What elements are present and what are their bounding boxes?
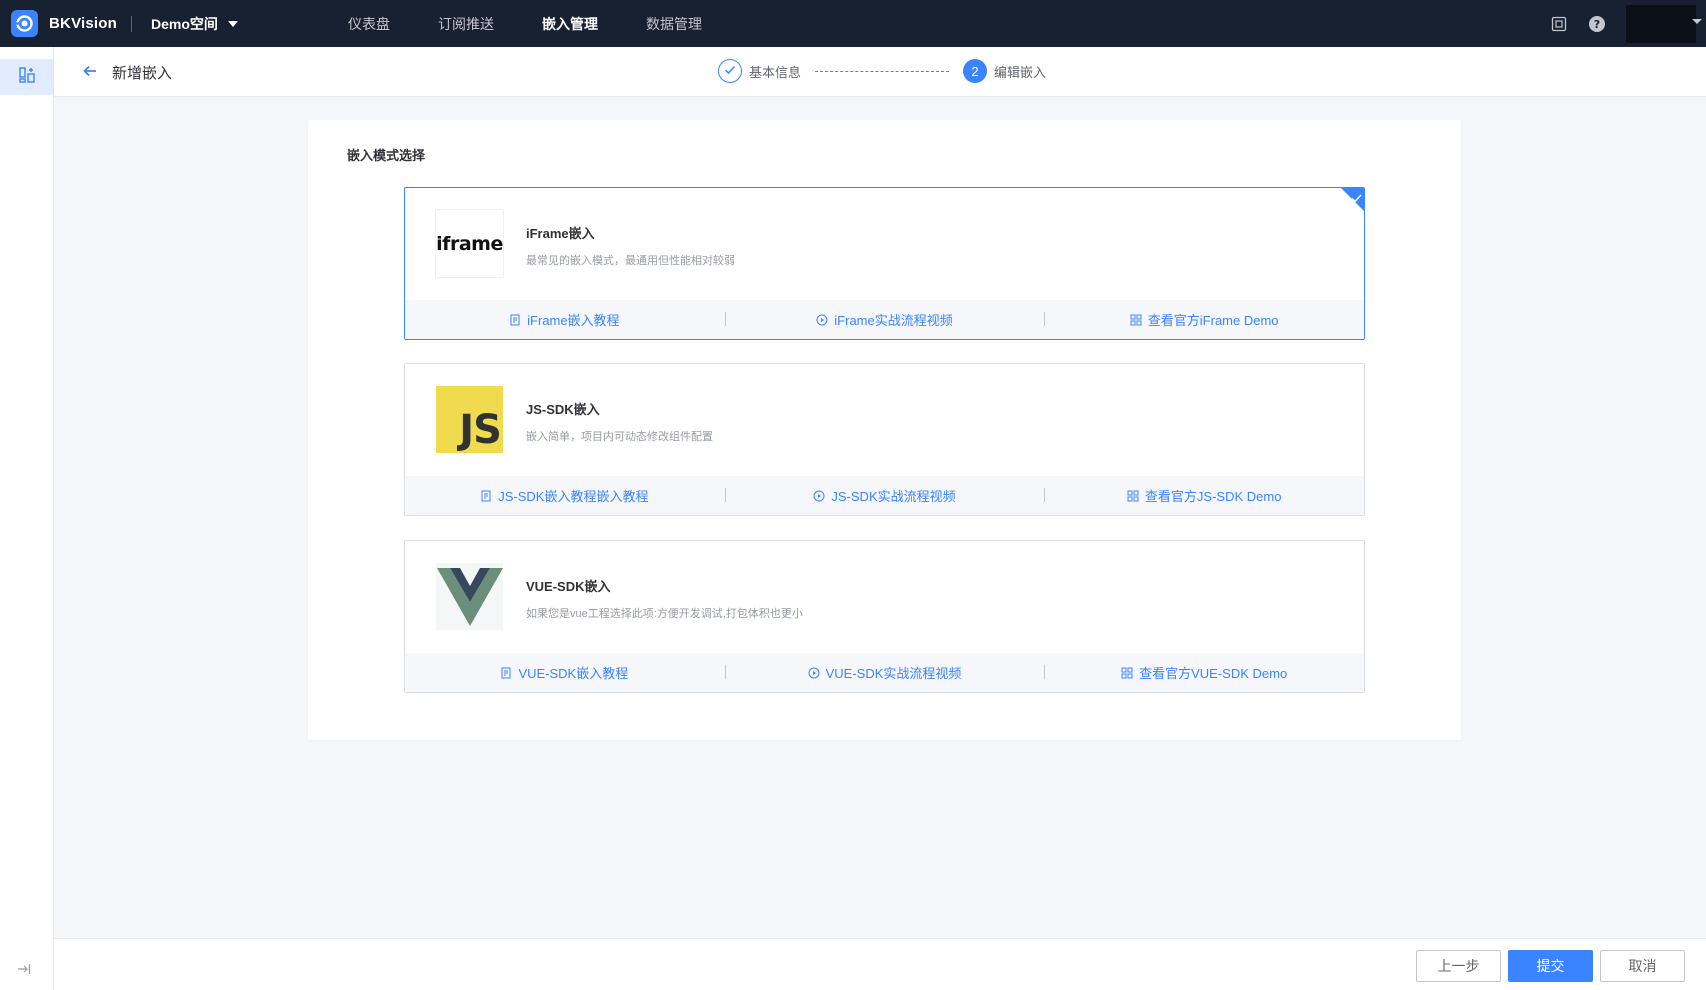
sidebar-item-embed[interactable] [0,59,53,95]
user-caret-icon[interactable] [1692,19,1702,24]
tutorial-link-label: JS-SDK嵌入教程嵌入教程 [498,489,649,504]
nav-subscription[interactable]: 订阅推送 [438,14,494,34]
iframe-logo-text: iframe [436,210,503,277]
submit-button[interactable]: 提交 [1508,950,1593,982]
embed-card-js-sdk[interactable]: JS JS-SDK嵌入 嵌入简单，项目内可动态修改组件配置 JS-SDK嵌入教程… [404,363,1365,516]
iframe-logo: iframe [436,210,503,277]
brand-divider [131,15,133,32]
vue-logo [436,563,503,630]
help-icon[interactable]: ? [1588,15,1606,33]
js-logo: JS [436,386,503,453]
card-name: iFrame嵌入 [526,226,595,241]
play-icon [813,490,825,502]
logo-icon [11,10,38,37]
collapse-icon[interactable] [17,962,31,980]
nav-dashboard[interactable]: 仪表盘 [348,14,390,34]
card-links: VUE-SDK嵌入教程 VUE-SDK实战流程视频 查看官方VUE-SDK De… [405,653,1364,692]
embed-mode-panel: 嵌入模式选择 iframe iFrame嵌入 最常见的嵌入模式，最通用但性能相对… [308,120,1461,740]
tutorial-link[interactable]: JS-SDK嵌入教程嵌入教程 [405,486,725,505]
doc-icon [510,314,521,326]
card-desc: 如果您是vue工程选择此项:方便开发调试,打包体积也更小 [526,608,803,620]
nav-data-management[interactable]: 数据管理 [646,14,702,34]
step-1-done [718,59,742,83]
video-link[interactable]: JS-SDK实战流程视频 [724,486,1045,505]
play-icon [808,667,820,679]
left-sidebar [0,47,54,990]
card-desc: 最常见的嵌入模式，最通用但性能相对较弱 [526,255,735,267]
tutorial-link[interactable]: iFrame嵌入教程 [405,310,725,329]
brand[interactable]: BKVision [11,10,117,37]
grid-icon [1121,667,1133,679]
demo-link[interactable]: 查看官方iFrame Demo [1044,310,1364,329]
js-logo-text: JS [459,407,502,453]
grid-icon [1127,490,1139,502]
cancel-button[interactable]: 取消 [1600,950,1685,982]
brand-name: BKVision [49,15,118,32]
caret-down-icon [227,20,238,27]
svg-text:?: ? [1594,18,1600,31]
top-navbar: BKVision Demo空间 仪表盘 订阅推送 嵌入管理 数据管理 ? [0,0,1706,47]
embed-card-vue-sdk[interactable]: VUE-SDK嵌入 如果您是vue工程选择此项:方便开发调试,打包体积也更小 V… [404,540,1365,693]
space-name: Demo空间 [151,15,218,32]
doc-icon [481,490,492,502]
video-link[interactable]: VUE-SDK实战流程视频 [724,663,1045,682]
demo-link-label: 查看官方iFrame Demo [1147,313,1279,328]
demo-link[interactable]: 查看官方JS-SDK Demo [1044,486,1364,505]
vue-logo-box [436,563,503,630]
check-icon [724,62,736,80]
card-links: JS-SDK嵌入教程嵌入教程 JS-SDK实战流程视频 查看官方JS-SDK D… [405,476,1364,515]
play-icon [816,314,828,326]
step-1-label: 基本信息 [749,64,802,80]
page-header: 新增嵌入 基本信息 2 编辑嵌入 [54,47,1706,97]
video-link-label: JS-SDK实战流程视频 [831,489,956,504]
check-icon [1351,190,1362,208]
demo-link-label: 查看官方VUE-SDK Demo [1139,666,1288,681]
nav-embed-management[interactable]: 嵌入管理 [542,14,598,34]
back-button[interactable] [83,64,97,82]
step-connector [815,70,950,72]
top-right-tools: ? [1550,0,1706,47]
fullscreen-icon[interactable] [1550,15,1568,33]
prev-step-button[interactable]: 上一步 [1416,950,1501,982]
card-links: iFrame嵌入教程 iFrame实战流程视频 查看官方iFrame Demo [405,300,1364,339]
section-title: 嵌入模式选择 [347,148,426,163]
grid-icon [1130,314,1142,326]
tutorial-link-label: iFrame嵌入教程 [527,313,620,328]
video-link[interactable]: iFrame实战流程视频 [724,310,1045,329]
embed-card-iframe[interactable]: iframe iFrame嵌入 最常见的嵌入模式，最通用但性能相对较弱 iFra… [404,187,1365,340]
video-link-label: iFrame实战流程视频 [834,313,953,328]
main-nav: 仪表盘 订阅推送 嵌入管理 数据管理 [348,0,750,47]
space-selector[interactable]: Demo空间 [151,14,238,34]
step-2-current: 2 [963,59,988,83]
tutorial-link-label: VUE-SDK嵌入教程 [518,666,629,681]
card-name: VUE-SDK嵌入 [526,579,611,594]
demo-link[interactable]: 查看官方VUE-SDK Demo [1044,663,1364,682]
user-avatar[interactable] [1626,4,1696,43]
step-2-label: 编辑嵌入 [994,64,1047,80]
stepper: 基本信息 2 编辑嵌入 [718,59,1046,83]
dashboard-icon [18,66,36,89]
card-name: JS-SDK嵌入 [526,402,600,417]
back-arrow-icon [83,64,97,82]
doc-icon [501,667,512,679]
js-logo-box: JS [436,386,503,453]
video-link-label: VUE-SDK实战流程视频 [825,666,962,681]
demo-link-label: 查看官方JS-SDK Demo [1144,489,1282,504]
tutorial-link[interactable]: VUE-SDK嵌入教程 [405,663,725,682]
footer-actions: 上一步 提交 取消 [54,938,1706,990]
card-desc: 嵌入简单，项目内可动态修改组件配置 [526,431,713,443]
page-title: 新增嵌入 [112,65,173,82]
